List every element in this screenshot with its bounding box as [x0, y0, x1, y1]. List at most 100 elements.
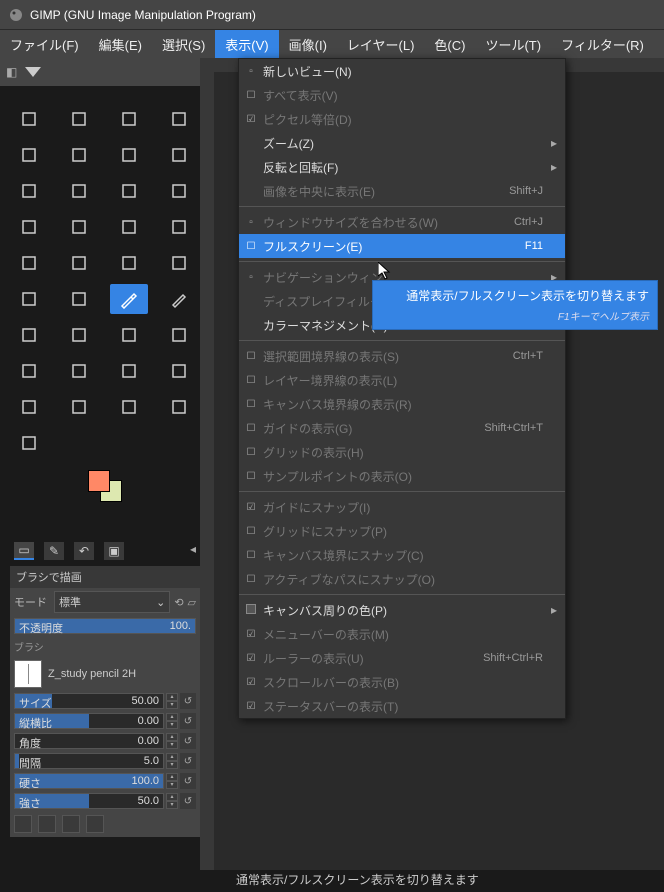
slider-強さ[interactable]: 強さ50.0	[14, 793, 164, 809]
step-up[interactable]: ▴	[166, 693, 178, 701]
tool-color-select[interactable]	[110, 140, 148, 170]
menu-item[interactable]: ☑スクロールバーの表示(B)	[239, 670, 565, 694]
tool-bucket[interactable]	[10, 284, 48, 314]
tool-paintbrush[interactable]	[110, 284, 148, 314]
tool-free-select[interactable]	[10, 140, 48, 170]
menu-選択[interactable]: 選択(S)	[152, 30, 215, 58]
step-up[interactable]: ▴	[166, 753, 178, 761]
tool-blur[interactable]	[110, 356, 148, 386]
menu-item[interactable]: ☐グリッドの表示(H)	[239, 440, 565, 464]
tool-crop[interactable]	[60, 176, 98, 206]
dock-tab-device[interactable]: ✎	[44, 542, 64, 560]
slider-角度[interactable]: 角度0.00	[14, 733, 164, 749]
reset-縦横比[interactable]: ↺	[180, 713, 196, 729]
dock-tab-images[interactable]: ▣	[104, 542, 124, 560]
menu-item[interactable]: ☑ルーラーの表示(U)Shift+Ctrl+R	[239, 646, 565, 670]
menu-フィルター[interactable]: フィルター(R)	[551, 30, 654, 58]
tool-fuzzy-select[interactable]	[60, 140, 98, 170]
menu-item[interactable]: ▫ウィンドウサイズを合わせる(W)Ctrl+J	[239, 210, 565, 234]
menu-画像[interactable]: 画像(I)	[279, 30, 337, 58]
tool-pencil[interactable]	[160, 284, 198, 314]
menu-item[interactable]: ズーム(Z)▸	[239, 131, 565, 155]
menu-item[interactable]: ☑ピクセル等倍(D)	[239, 107, 565, 131]
slider-硬さ[interactable]: 硬さ100.0	[14, 773, 164, 789]
slider-サイズ[interactable]: サイズ50.00	[14, 693, 164, 709]
foreground-color[interactable]	[88, 470, 110, 492]
reset-サイズ[interactable]: ↺	[180, 693, 196, 709]
tool-handle[interactable]	[160, 212, 198, 242]
step-up[interactable]: ▴	[166, 773, 178, 781]
tool-rotate[interactable]	[110, 176, 148, 206]
menu-item[interactable]: ☐アクティブなパスにスナップ(O)	[239, 567, 565, 591]
tool-rect-select[interactable]	[110, 104, 148, 134]
menu-表示[interactable]: 表示(V)	[215, 30, 278, 58]
tool-cage[interactable]	[60, 248, 98, 278]
tool-clone[interactable]	[160, 320, 198, 350]
opacity-slider[interactable]: 不透明度 100.	[14, 618, 196, 634]
menu-item[interactable]: ☐キャンバス境界線の表示(R)	[239, 392, 565, 416]
menu-レイヤー[interactable]: レイヤー(L)	[337, 30, 425, 58]
step-down[interactable]: ▾	[166, 781, 178, 789]
brush-preview[interactable]	[14, 660, 42, 688]
menu-item[interactable]: ☑メニューバーの表示(M)	[239, 622, 565, 646]
tool-scale[interactable]	[160, 176, 198, 206]
tool-zoom[interactable]	[10, 428, 48, 458]
menu-色[interactable]: 色(C)	[424, 30, 475, 58]
tab-toolbox-icon[interactable]: ◧	[6, 65, 17, 79]
tool-measure[interactable]	[160, 392, 198, 422]
menu-item[interactable]: ☐すべて表示(V)	[239, 83, 565, 107]
tab-menu-icon[interactable]	[25, 67, 41, 77]
tool-airbrush[interactable]	[60, 320, 98, 350]
tool-perspective[interactable]	[60, 212, 98, 242]
slider-縦横比[interactable]: 縦横比0.00	[14, 713, 164, 729]
tool-foreground[interactable]	[10, 176, 48, 206]
delete-preset-button[interactable]	[62, 815, 80, 833]
step-down[interactable]: ▾	[166, 741, 178, 749]
tool-shear[interactable]	[10, 212, 48, 242]
menu-item[interactable]: ☐ガイドの表示(G)Shift+Ctrl+T	[239, 416, 565, 440]
reset-硬さ[interactable]: ↺	[180, 773, 196, 789]
tool-color-picker[interactable]	[110, 392, 148, 422]
reset-preset-button[interactable]	[86, 815, 104, 833]
menu-item[interactable]: ☐キャンバス境界にスナップ(C)	[239, 543, 565, 567]
menu-ファイル[interactable]: ファイル(F)	[0, 30, 89, 58]
reset-角度[interactable]: ↺	[180, 733, 196, 749]
tool-warp[interactable]	[110, 248, 148, 278]
menu-item[interactable]: 反転と回転(F)▸	[239, 155, 565, 179]
tool-ink[interactable]	[110, 320, 148, 350]
menu-item[interactable]: 画像を中央に表示(E)Shift+J	[239, 179, 565, 203]
tool-gradient[interactable]	[60, 284, 98, 314]
color-selector[interactable]	[10, 470, 200, 502]
tool-ellipse-select[interactable]	[160, 104, 198, 134]
menu-item[interactable]: ☑ステータスバーの表示(T)	[239, 694, 565, 718]
step-down[interactable]: ▾	[166, 801, 178, 809]
menu-item[interactable]: ▫新しいビュー(N)	[239, 59, 565, 83]
step-down[interactable]: ▾	[166, 701, 178, 709]
step-up[interactable]: ▴	[166, 793, 178, 801]
tool-unified[interactable]	[110, 212, 148, 242]
menu-item[interactable]: ☐選択範囲境界線の表示(S)Ctrl+T	[239, 344, 565, 368]
tool-perspective-clone[interactable]	[60, 356, 98, 386]
menu-item[interactable]: ☐レイヤー境界線の表示(L)	[239, 368, 565, 392]
ruler-vertical[interactable]	[200, 72, 214, 870]
menu-item[interactable]: ☐フルスクリーン(E)F11	[239, 234, 565, 258]
tool-heal[interactable]	[10, 356, 48, 386]
dock-tab-undo[interactable]: ↶	[74, 542, 94, 560]
tool-path[interactable]	[60, 392, 98, 422]
tool-dodge[interactable]	[10, 392, 48, 422]
tool-align[interactable]	[60, 104, 98, 134]
mode-erase-icon[interactable]: ▱	[188, 596, 196, 609]
menu-item[interactable]: ☑ガイドにスナップ(I)	[239, 495, 565, 519]
menu-item[interactable]: ☐サンプルポイントの表示(O)	[239, 464, 565, 488]
mode-behind-icon[interactable]: ⟲	[174, 596, 183, 609]
dock-tab-tooloptions[interactable]: ▭	[14, 542, 34, 560]
save-preset-button[interactable]	[14, 815, 32, 833]
step-up[interactable]: ▴	[166, 733, 178, 741]
mode-select[interactable]: 標準⌄	[54, 591, 170, 613]
restore-preset-button[interactable]	[38, 815, 56, 833]
tool-text[interactable]	[160, 248, 198, 278]
step-down[interactable]: ▾	[166, 721, 178, 729]
reset-間隔[interactable]: ↺	[180, 753, 196, 769]
step-up[interactable]: ▴	[166, 713, 178, 721]
menu-item[interactable]: キャンバス周りの色(P)▸	[239, 598, 565, 622]
